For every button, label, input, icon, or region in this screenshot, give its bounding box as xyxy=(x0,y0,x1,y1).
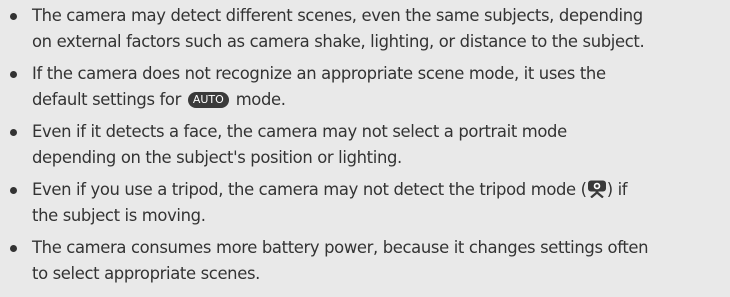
notes-list: The camera may detect different scenes, … xyxy=(7,3,720,287)
list-item: Even if it detects a face, the camera ma… xyxy=(7,119,720,171)
bullet-icon xyxy=(10,129,17,136)
notes-panel: The camera may detect different scenes, … xyxy=(0,0,730,297)
note-text: Even if you use a tripod, the camera may… xyxy=(32,180,628,225)
list-item: The camera consumes more battery power, … xyxy=(7,235,720,287)
bullet-icon xyxy=(10,187,17,194)
list-item: The camera may detect different scenes, … xyxy=(7,3,720,55)
note-text: Even if it detects a face, the camera ma… xyxy=(32,122,567,167)
note-text: If the camera does not recognize an appr… xyxy=(32,64,606,109)
bullet-icon xyxy=(10,71,17,78)
note-text: The camera consumes more battery power, … xyxy=(32,238,649,283)
list-item: If the camera does not recognize an appr… xyxy=(7,61,720,113)
note-text-suffix: mode. xyxy=(230,90,286,109)
auto-mode-badge: AUTO xyxy=(187,92,229,108)
bullet-icon xyxy=(10,245,17,252)
tripod-mode-icon xyxy=(587,180,607,199)
list-item: Even if you use a tripod, the camera may… xyxy=(7,177,720,229)
note-text: The camera may detect different scenes, … xyxy=(32,6,645,51)
bullet-icon xyxy=(10,13,17,20)
